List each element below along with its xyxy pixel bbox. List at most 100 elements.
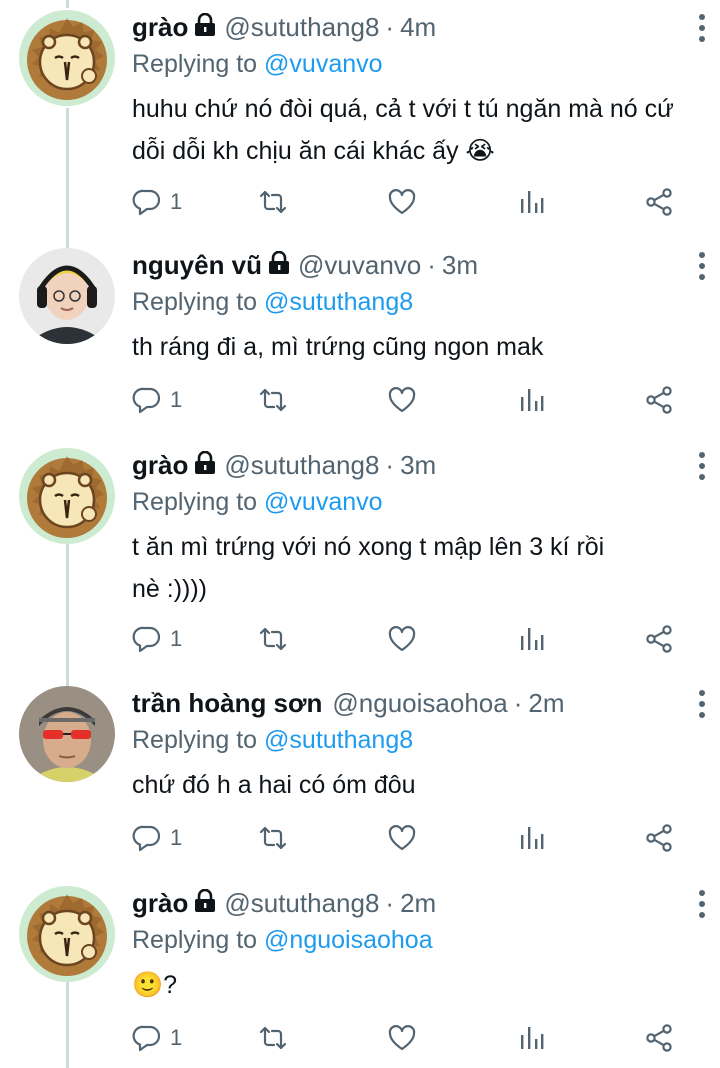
reply-button[interactable]: 1 bbox=[132, 186, 182, 218]
timestamp[interactable]: 2m bbox=[400, 888, 436, 919]
stats-icon bbox=[521, 827, 544, 849]
retweet-icon bbox=[259, 826, 287, 850]
tweet[interactable]: grào @sututhang8 · 4m Replying to @vuvan… bbox=[0, 10, 720, 220]
reply-icon bbox=[132, 189, 161, 216]
mention-link[interactable]: @nguoisaohoa bbox=[264, 926, 433, 954]
like-button[interactable] bbox=[387, 623, 417, 655]
retweet-button[interactable] bbox=[258, 384, 288, 416]
share-button[interactable] bbox=[644, 384, 674, 416]
lion-avatar-image bbox=[19, 10, 115, 106]
tweet[interactable]: grào @sututhang8 · 3m Replying to @vuvan… bbox=[0, 448, 720, 668]
reply-button[interactable]: 1 bbox=[132, 623, 182, 655]
stats-button[interactable] bbox=[516, 822, 546, 854]
tweet-header: trần hoàng sơn @nguoisaohoa · 2m bbox=[132, 686, 680, 720]
share-button[interactable] bbox=[644, 1022, 674, 1054]
retweet-button[interactable] bbox=[258, 623, 288, 655]
lock-icon bbox=[194, 13, 217, 37]
share-icon bbox=[646, 1024, 672, 1052]
user-handle[interactable]: @vuvanvo bbox=[298, 250, 421, 281]
retweet-button[interactable] bbox=[258, 822, 288, 854]
tweet-actions: 1 bbox=[132, 822, 680, 854]
replying-to: Replying to @sututhang8 bbox=[132, 724, 680, 756]
reply-count: 1 bbox=[170, 1025, 183, 1050]
tweet-text: 🙂? bbox=[132, 964, 680, 1006]
user-handle[interactable]: @nguoisaohoa bbox=[332, 688, 507, 719]
mention-link[interactable]: @sututhang8 bbox=[264, 288, 413, 316]
tweet-content: grào @sututhang8 · 2m Replying to @nguoi… bbox=[132, 886, 680, 1006]
avatar[interactable] bbox=[19, 886, 115, 982]
display-name[interactable]: nguyên vũ bbox=[132, 250, 262, 281]
stats-button[interactable] bbox=[516, 1022, 546, 1054]
reply-icon bbox=[132, 626, 161, 653]
tweet-content: nguyên vũ @vuvanvo · 3m Replying to @sut… bbox=[132, 248, 680, 368]
more-icon[interactable] bbox=[696, 690, 708, 718]
like-button[interactable] bbox=[387, 822, 417, 854]
share-icon bbox=[646, 625, 672, 653]
like-icon bbox=[388, 189, 416, 215]
avatar[interactable] bbox=[19, 448, 115, 544]
tweet-text-line: chứ đó h a hai có óm đôu bbox=[132, 771, 416, 799]
reply-icon bbox=[132, 1025, 161, 1052]
retweet-icon bbox=[259, 190, 287, 214]
like-button[interactable] bbox=[387, 186, 417, 218]
mention-link[interactable]: @vuvanvo bbox=[264, 488, 383, 516]
timestamp[interactable]: 3m bbox=[442, 250, 478, 281]
display-name[interactable]: grào bbox=[132, 12, 188, 43]
mention-link[interactable]: @vuvanvo bbox=[264, 50, 383, 78]
retweet-button[interactable] bbox=[258, 1022, 288, 1054]
tweet[interactable]: trần hoàng sơn @nguoisaohoa · 2m Replyin… bbox=[0, 686, 720, 866]
retweet-button[interactable] bbox=[258, 186, 288, 218]
tweet-header: grào @sututhang8 · 4m bbox=[132, 10, 680, 44]
tweet-header: nguyên vũ @vuvanvo · 3m bbox=[132, 248, 680, 282]
like-button[interactable] bbox=[387, 1022, 417, 1054]
stats-button[interactable] bbox=[516, 384, 546, 416]
retweet-icon bbox=[259, 388, 287, 412]
reply-count: 1 bbox=[170, 825, 183, 850]
tweet-text: t ăn mì trứng với nó xong t mập lên 3 kí… bbox=[132, 526, 680, 610]
more-icon[interactable] bbox=[696, 252, 708, 280]
avatar[interactable] bbox=[19, 10, 115, 106]
user-handle[interactable]: @sututhang8 bbox=[224, 450, 379, 481]
replying-to: Replying to @nguoisaohoa bbox=[132, 924, 680, 956]
like-icon bbox=[388, 626, 416, 652]
separator-dot: · bbox=[385, 11, 395, 42]
replying-to-label: Replying to bbox=[132, 488, 258, 516]
user-handle[interactable]: @sututhang8 bbox=[224, 12, 379, 43]
display-name[interactable]: grào bbox=[132, 888, 188, 919]
share-button[interactable] bbox=[644, 623, 674, 655]
avatar[interactable] bbox=[19, 686, 115, 782]
reply-button[interactable]: 1 bbox=[132, 1022, 182, 1054]
tweet[interactable]: grào @sututhang8 · 2m Replying to @nguoi… bbox=[0, 886, 720, 1066]
timestamp[interactable]: 2m bbox=[528, 688, 564, 719]
tweet-text-line: dỗi dỗi kh chịu ăn cái khác ấy 😭 bbox=[132, 137, 495, 165]
display-name[interactable]: grào bbox=[132, 450, 188, 481]
like-icon bbox=[388, 387, 416, 413]
avatar[interactable] bbox=[19, 248, 115, 344]
replying-to-label: Replying to bbox=[132, 288, 258, 316]
reply-button[interactable]: 1 bbox=[132, 384, 182, 416]
user-avatar-image bbox=[19, 248, 115, 344]
stats-icon bbox=[521, 191, 544, 213]
tweet-text-line: huhu chứ nó đòi quá, cả t với t tú ngăn … bbox=[132, 95, 674, 123]
share-button[interactable] bbox=[644, 186, 674, 218]
reply-icon bbox=[132, 825, 161, 852]
timestamp[interactable]: 3m bbox=[400, 450, 436, 481]
share-icon bbox=[646, 188, 672, 216]
display-name[interactable]: trần hoàng sơn bbox=[132, 688, 322, 719]
tweet-actions: 1 bbox=[132, 384, 680, 416]
reply-button[interactable]: 1 bbox=[132, 822, 182, 854]
more-icon[interactable] bbox=[696, 890, 708, 918]
stats-button[interactable] bbox=[516, 186, 546, 218]
more-icon[interactable] bbox=[696, 452, 708, 480]
stats-button[interactable] bbox=[516, 623, 546, 655]
separator-dot: · bbox=[513, 687, 523, 718]
timestamp[interactable]: 4m bbox=[400, 12, 436, 43]
share-button[interactable] bbox=[644, 822, 674, 854]
tweet[interactable]: nguyên vũ @vuvanvo · 3m Replying to @sut… bbox=[0, 248, 720, 428]
tweet-actions: 1 bbox=[132, 623, 680, 655]
mention-link[interactable]: @sututhang8 bbox=[264, 726, 413, 754]
reply-count: 1 bbox=[170, 387, 183, 412]
like-button[interactable] bbox=[387, 384, 417, 416]
user-handle[interactable]: @sututhang8 bbox=[224, 888, 379, 919]
more-icon[interactable] bbox=[696, 14, 708, 42]
